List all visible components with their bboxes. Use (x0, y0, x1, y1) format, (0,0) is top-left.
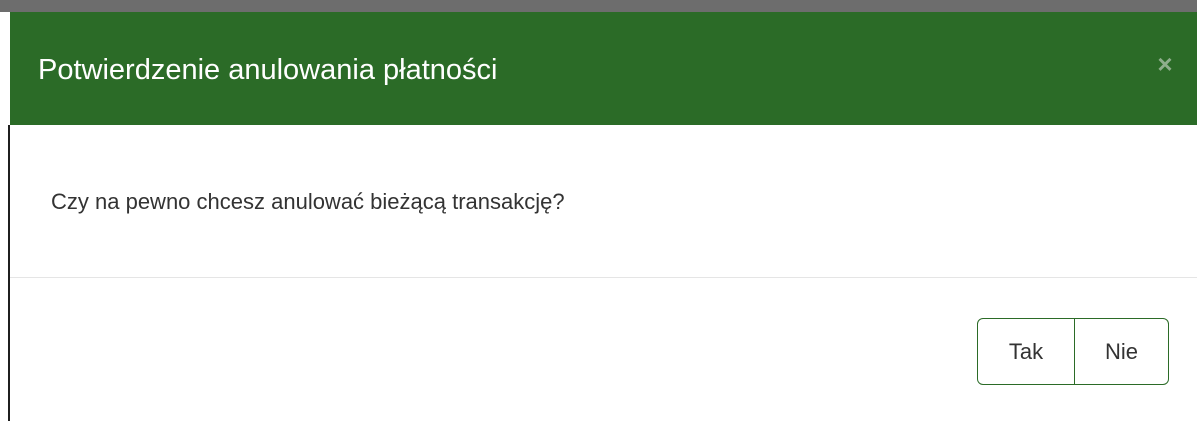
overlay-shadow (0, 0, 1197, 12)
dialog-footer-buttons: Tak Nie (977, 318, 1169, 385)
footer-divider (10, 277, 1197, 278)
no-button[interactable]: Nie (1075, 318, 1169, 385)
dialog-header: Potwierdzenie anulowania płatności × (10, 12, 1197, 125)
dialog-body: Czy na pewno chcesz anulować bieżącą tra… (10, 125, 1197, 277)
close-icon[interactable]: × (1153, 51, 1177, 77)
confirm-cancel-dialog: Potwierdzenie anulowania płatności × Czy… (10, 12, 1197, 421)
dialog-title: Potwierdzenie anulowania płatności (38, 54, 498, 86)
yes-button[interactable]: Tak (977, 318, 1075, 385)
confirmation-message: Czy na pewno chcesz anulować bieżącą tra… (51, 189, 565, 214)
